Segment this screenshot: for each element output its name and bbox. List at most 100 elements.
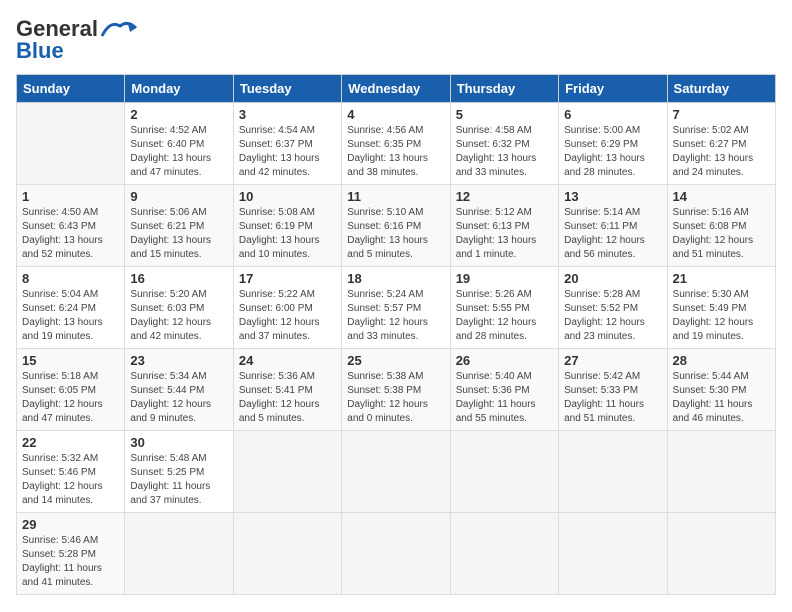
day-number: 1 [22, 189, 119, 204]
calendar-cell: 7 Sunrise: 5:02 AM Sunset: 6:27 PM Daylig… [667, 103, 775, 185]
day-number: 3 [239, 107, 336, 122]
calendar-cell: 26 Sunrise: 5:40 AM Sunset: 5:36 PM Dayli… [450, 349, 558, 431]
day-number: 4 [347, 107, 444, 122]
day-number: 12 [456, 189, 553, 204]
day-info: Sunrise: 5:28 AM Sunset: 5:52 PM Dayligh… [564, 288, 661, 344]
calendar-cell: 20 Sunrise: 5:28 AM Sunset: 5:52 PM Dayli… [559, 267, 667, 349]
day-info: Sunrise: 5:32 AM Sunset: 5:46 PM Dayligh… [22, 452, 119, 508]
calendar-cell: 16 Sunrise: 5:20 AM Sunset: 6:03 PM Dayli… [125, 267, 233, 349]
calendar-cell [233, 431, 341, 513]
calendar-cell: 27Sunrise: 5:42 AM Sunset: 5:33 PM Dayli… [559, 349, 667, 431]
calendar-cell [559, 513, 667, 595]
day-number: 18 [347, 271, 444, 286]
day-number: 6 [564, 107, 661, 122]
calendar-week-row: 8 Sunrise: 5:04 AM Sunset: 6:24 PM Daylig… [17, 267, 776, 349]
calendar-cell: 22 Sunrise: 5:32 AM Sunset: 5:46 PM Dayli… [17, 431, 125, 513]
day-info: Sunrise: 4:56 AM Sunset: 6:35 PM Dayligh… [347, 124, 444, 180]
calendar-week-row: 2 Sunrise: 4:52 AM Sunset: 6:40 PM Daylig… [17, 103, 776, 185]
calendar-cell [342, 513, 450, 595]
calendar-cell: 29Sunrise: 5:46 AM Sunset: 5:28 PM Dayli… [17, 513, 125, 595]
day-info: Sunrise: 5:20 AM Sunset: 6:03 PM Dayligh… [130, 288, 227, 344]
calendar-cell: 13 Sunrise: 5:14 AM Sunset: 6:11 PM Dayli… [559, 185, 667, 267]
calendar-cell: 9Sunrise: 5:06 AM Sunset: 6:21 PM Daylig… [125, 185, 233, 267]
header-monday: Monday [125, 75, 233, 103]
calendar-cell [233, 513, 341, 595]
day-number: 16 [130, 271, 227, 286]
day-number: 14 [673, 189, 770, 204]
day-number: 26 [456, 353, 553, 368]
day-info: Sunrise: 5:06 AM Sunset: 6:21 PM Dayligh… [130, 206, 227, 262]
calendar-cell: 1 Sunrise: 4:50 AM Sunset: 6:43 PM Daylig… [17, 185, 125, 267]
day-info: Sunrise: 5:48 AM Sunset: 5:25 PM Dayligh… [130, 452, 227, 508]
day-info: Sunrise: 5:18 AM Sunset: 6:05 PM Dayligh… [22, 370, 119, 426]
day-number: 21 [673, 271, 770, 286]
calendar-cell: 2 Sunrise: 4:52 AM Sunset: 6:40 PM Daylig… [125, 103, 233, 185]
header-thursday: Thursday [450, 75, 558, 103]
day-number: 25 [347, 353, 444, 368]
calendar-week-row: 15 Sunrise: 5:18 AM Sunset: 6:05 PM Dayli… [17, 349, 776, 431]
calendar-cell [450, 431, 558, 513]
calendar-cell: 5 Sunrise: 4:58 AM Sunset: 6:32 PM Daylig… [450, 103, 558, 185]
day-info: Sunrise: 5:40 AM Sunset: 5:36 PM Dayligh… [456, 370, 553, 426]
day-number: 13 [564, 189, 661, 204]
calendar-cell: 24Sunrise: 5:36 AM Sunset: 5:41 PM Dayli… [233, 349, 341, 431]
calendar-week-row: 22 Sunrise: 5:32 AM Sunset: 5:46 PM Dayli… [17, 431, 776, 513]
day-info: Sunrise: 5:10 AM Sunset: 6:16 PM Dayligh… [347, 206, 444, 262]
day-number: 5 [456, 107, 553, 122]
day-info: Sunrise: 5:00 AM Sunset: 6:29 PM Dayligh… [564, 124, 661, 180]
header-tuesday: Tuesday [233, 75, 341, 103]
calendar-cell: 15 Sunrise: 5:18 AM Sunset: 6:05 PM Dayli… [17, 349, 125, 431]
day-number: 20 [564, 271, 661, 286]
day-number: 22 [22, 435, 119, 450]
calendar-week-row: 29Sunrise: 5:46 AM Sunset: 5:28 PM Dayli… [17, 513, 776, 595]
day-number: 7 [673, 107, 770, 122]
logo-blue: Blue [16, 38, 64, 64]
calendar-cell: 25 Sunrise: 5:38 AM Sunset: 5:38 PM Dayli… [342, 349, 450, 431]
day-info: Sunrise: 5:02 AM Sunset: 6:27 PM Dayligh… [673, 124, 770, 180]
day-info: Sunrise: 5:26 AM Sunset: 5:55 PM Dayligh… [456, 288, 553, 344]
calendar-cell: 28 Sunrise: 5:44 AM Sunset: 5:30 PM Dayli… [667, 349, 775, 431]
calendar-cell: 23Sunrise: 5:34 AM Sunset: 5:44 PM Dayli… [125, 349, 233, 431]
calendar-cell [559, 431, 667, 513]
header-friday: Friday [559, 75, 667, 103]
calendar-cell [125, 513, 233, 595]
day-number: 8 [22, 271, 119, 286]
day-info: Sunrise: 5:46 AM Sunset: 5:28 PM Dayligh… [22, 534, 119, 590]
day-info: Sunrise: 5:04 AM Sunset: 6:24 PM Dayligh… [22, 288, 119, 344]
logo: General Blue [16, 16, 138, 64]
day-info: Sunrise: 4:52 AM Sunset: 6:40 PM Dayligh… [130, 124, 227, 180]
calendar-cell: 14Sunrise: 5:16 AM Sunset: 6:08 PM Dayli… [667, 185, 775, 267]
day-info: Sunrise: 4:58 AM Sunset: 6:32 PM Dayligh… [456, 124, 553, 180]
day-number: 10 [239, 189, 336, 204]
header-saturday: Saturday [667, 75, 775, 103]
calendar-cell [342, 431, 450, 513]
day-number: 23 [130, 353, 227, 368]
calendar-cell: 17Sunrise: 5:22 AM Sunset: 6:00 PM Dayli… [233, 267, 341, 349]
calendar-cell [450, 513, 558, 595]
calendar-week-row: 1 Sunrise: 4:50 AM Sunset: 6:43 PM Daylig… [17, 185, 776, 267]
day-info: Sunrise: 5:44 AM Sunset: 5:30 PM Dayligh… [673, 370, 770, 426]
day-number: 15 [22, 353, 119, 368]
day-info: Sunrise: 5:08 AM Sunset: 6:19 PM Dayligh… [239, 206, 336, 262]
day-number: 2 [130, 107, 227, 122]
day-number: 17 [239, 271, 336, 286]
day-info: Sunrise: 5:38 AM Sunset: 5:38 PM Dayligh… [347, 370, 444, 426]
header-wednesday: Wednesday [342, 75, 450, 103]
header: General Blue [16, 16, 776, 64]
day-info: Sunrise: 5:42 AM Sunset: 5:33 PM Dayligh… [564, 370, 661, 426]
calendar-cell: 3Sunrise: 4:54 AM Sunset: 6:37 PM Daylig… [233, 103, 341, 185]
calendar-cell [667, 513, 775, 595]
calendar-cell: 11Sunrise: 5:10 AM Sunset: 6:16 PM Dayli… [342, 185, 450, 267]
day-info: Sunrise: 5:24 AM Sunset: 5:57 PM Dayligh… [347, 288, 444, 344]
calendar-cell: 18 Sunrise: 5:24 AM Sunset: 5:57 PM Dayli… [342, 267, 450, 349]
calendar-cell: 8 Sunrise: 5:04 AM Sunset: 6:24 PM Daylig… [17, 267, 125, 349]
day-info: Sunrise: 4:50 AM Sunset: 6:43 PM Dayligh… [22, 206, 119, 262]
calendar-header-row: SundayMondayTuesdayWednesdayThursdayFrid… [17, 75, 776, 103]
calendar-cell [17, 103, 125, 185]
day-number: 28 [673, 353, 770, 368]
calendar-cell: 6 Sunrise: 5:00 AM Sunset: 6:29 PM Daylig… [559, 103, 667, 185]
header-sunday: Sunday [17, 75, 125, 103]
calendar-cell: 10 Sunrise: 5:08 AM Sunset: 6:19 PM Dayli… [233, 185, 341, 267]
calendar-cell [667, 431, 775, 513]
day-info: Sunrise: 5:14 AM Sunset: 6:11 PM Dayligh… [564, 206, 661, 262]
